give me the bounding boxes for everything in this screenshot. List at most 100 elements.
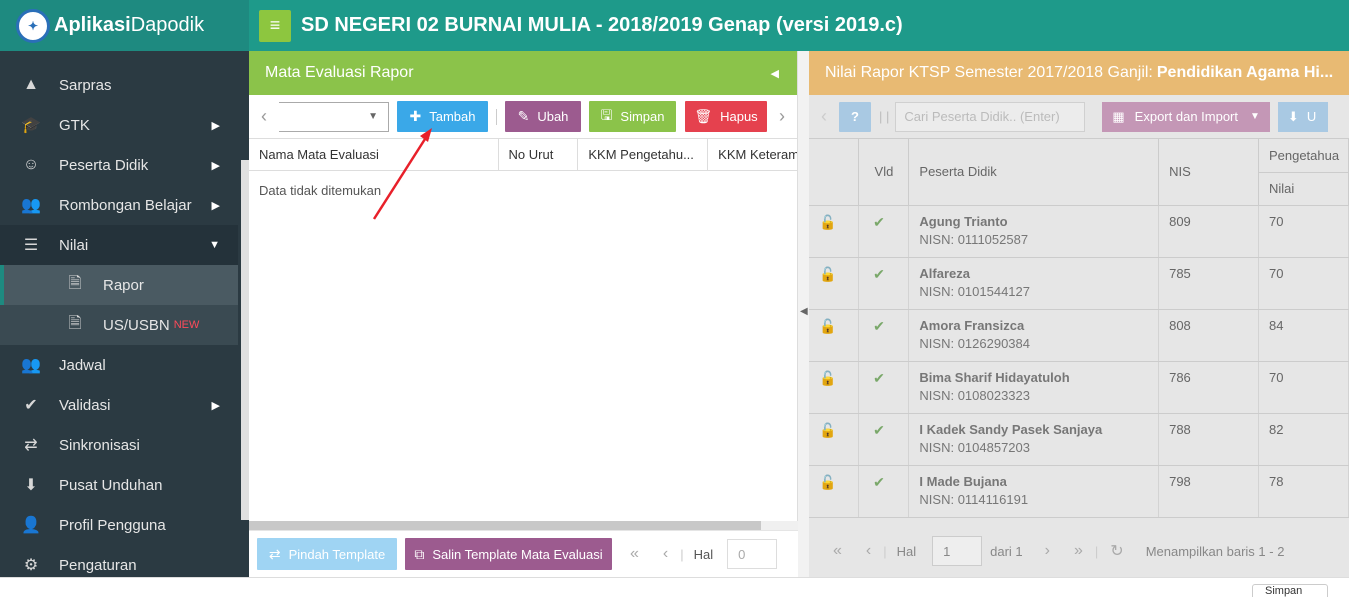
unlock-icon: 🔓 [819, 317, 837, 334]
divider: | | [879, 109, 890, 124]
check-icon: ✔ [873, 317, 885, 334]
chevron-down-icon: ▼ [368, 111, 378, 122]
student-name: I Kadek Sandy Pasek Sanjaya [919, 421, 1103, 437]
sidebar-item-peserta-didik[interactable]: ☺ Peserta Didik ▶ [0, 145, 238, 185]
download-icon: ⬇ [1287, 108, 1299, 124]
pindah-template-button[interactable]: ⇄ Pindah Template [257, 538, 397, 570]
simpan-button[interactable]: 🖫 Simpan [589, 101, 676, 132]
statusbar-button[interactable]: Simpan [1252, 584, 1328, 597]
panel-title-subject: Pendidikan Agama Hi... [1156, 64, 1334, 81]
button-label: Tambah [429, 109, 476, 124]
table-row[interactable]: 🔓 ✔ I Kadek Sandy Pasek Sanjaya NISN: 010… [809, 413, 1349, 466]
column-header[interactable]: NIS [1158, 139, 1259, 206]
empty-message: Data tidak ditemukan [259, 183, 382, 198]
sidebar-item-jadwal[interactable]: 👥 Jadwal [0, 345, 238, 385]
salin-template-button[interactable]: ⧉ Salin Template Mata Evaluasi [405, 538, 612, 570]
nilai-cell[interactable]: 70 [1258, 257, 1349, 310]
prev-page-icon[interactable]: ‹ [866, 542, 871, 560]
sidebar-item-gtk[interactable]: 🎓 GTK ▶ [0, 105, 238, 145]
horizontal-scrollbar[interactable] [249, 521, 798, 530]
sidebar-item-nilai[interactable]: ☰ Nilai ▼ [0, 225, 238, 265]
search-input[interactable]: Cari Peserta Didik.. (Enter) [895, 101, 1086, 132]
divider: | [1094, 543, 1099, 559]
sidebar-item-validasi[interactable]: ✔ Validasi ▶ [0, 385, 238, 425]
column-header[interactable]: KKM Pengetahu... [578, 139, 709, 170]
refresh-icon[interactable]: ↻ [1110, 541, 1123, 561]
lock-cell[interactable]: 🔓 [809, 309, 860, 362]
collapse-left-icon[interactable]: ◀ [771, 67, 779, 80]
nis-cell: 786 [1158, 361, 1259, 414]
last-page-icon[interactable]: » [1074, 542, 1083, 560]
button-label: Salin Template Mata Evaluasi [432, 546, 603, 562]
student-name: Amora Fransizca [919, 317, 1025, 333]
sidebar-item-sarpras[interactable]: ▲ Sarpras [0, 65, 238, 105]
prev-page-icon[interactable]: ‹ [663, 545, 668, 563]
brand[interactable]: ✦ Aplikasi Dapodik [0, 0, 249, 51]
sidebar-item-label: Sarpras [59, 76, 112, 94]
student-nisn: NISN: 0104857203 [919, 439, 1030, 455]
scroll-left-icon[interactable]: ‹ [809, 106, 839, 127]
lock-cell[interactable]: 🔓 [809, 465, 860, 518]
student-nisn: NISN: 0111052587 [919, 231, 1029, 247]
column-header[interactable]: Nilai [1258, 172, 1349, 206]
first-page-icon[interactable]: « [833, 542, 842, 560]
check-icon: ✔ [873, 421, 885, 438]
column-header[interactable]: KKM Keteram [708, 139, 797, 170]
nilai-table: Vld Peserta Didik NIS Pengetahua Nilai 🔓… [809, 139, 1349, 518]
sidebar-item-profil-pengguna[interactable]: 👤 Profil Pengguna [0, 505, 238, 545]
help-button[interactable]: ? [839, 101, 871, 132]
unlock-icon: 🔓 [819, 265, 837, 282]
column-header[interactable]: Nama Mata Evaluasi [249, 139, 499, 170]
button-label: Hapus [720, 109, 758, 124]
sidebar-item-pusat-unduhan[interactable]: ⬇ Pusat Unduhan [0, 465, 238, 505]
table-row[interactable]: 🔓 ✔ Amora Fransizca NISN: 0126290384 808 … [809, 309, 1349, 362]
upload-button[interactable]: ⬇ U [1277, 101, 1328, 132]
scroll-right-icon[interactable]: › [767, 106, 797, 127]
ubah-button[interactable]: ✎ Ubah [505, 101, 581, 132]
nis-cell: 809 [1158, 205, 1259, 258]
hapus-button[interactable]: 🗑 Hapus [685, 101, 767, 132]
button-label: Export dan Import [1134, 109, 1238, 124]
unlock-icon: 🔓 [819, 213, 837, 230]
panel-splitter[interactable]: ◀ [798, 51, 809, 577]
column-header[interactable]: No Urut [499, 139, 579, 170]
table-row[interactable]: 🔓 ✔ Agung Trianto NISN: 0111052587 809 70 [809, 205, 1349, 258]
sidebar-item-label: GTK [59, 116, 90, 134]
sidebar-item-rapor[interactable]: 🗎 Rapor [0, 265, 238, 305]
first-page-icon[interactable]: « [630, 545, 639, 563]
sidebar-item-us-usbn[interactable]: 🗎 US/USBN NEW [0, 305, 238, 345]
nilai-cell[interactable]: 70 [1258, 205, 1349, 258]
collapse-arrow-icon: ◀ [800, 306, 808, 317]
nilai-cell[interactable]: 78 [1258, 465, 1349, 518]
vld-cell: ✔ [858, 205, 910, 258]
page-input[interactable]: 1 [932, 536, 983, 566]
sidebar-item-label: Pusat Unduhan [59, 476, 163, 494]
scrollbar-thumb[interactable] [249, 521, 761, 530]
sidebar-item-sinkronisasi[interactable]: ⇄ Sinkronisasi [0, 425, 238, 465]
sidebar-item-rombongan-belajar[interactable]: 👥 Rombongan Belajar ▶ [0, 185, 238, 225]
menu-toggle-button[interactable]: ≡ [259, 9, 291, 42]
lock-cell[interactable]: 🔓 [809, 413, 860, 466]
column-header[interactable]: Peserta Didik [908, 139, 1160, 206]
column-header[interactable]: Vld [858, 139, 910, 206]
page-input[interactable]: 0 [727, 539, 778, 569]
table-row[interactable]: 🔓 ✔ Bima Sharif Hidayatuloh NISN: 0108023… [809, 361, 1349, 414]
nilai-cell[interactable]: 82 [1258, 413, 1349, 466]
scroll-left-icon[interactable]: ‹ [249, 106, 279, 127]
grid-header: Nama Mata Evaluasi No Urut KKM Pengetahu… [249, 139, 797, 171]
nilai-cell[interactable]: 70 [1258, 361, 1349, 414]
lock-cell[interactable]: 🔓 [809, 361, 860, 414]
nilai-cell[interactable]: 84 [1258, 309, 1349, 362]
tambah-button[interactable]: ✚ Tambah [397, 101, 488, 132]
sidebar-scrollbar[interactable] [241, 160, 249, 520]
table-row[interactable]: 🔓 ✔ I Made Bujana NISN: 0114116191 798 78 [809, 465, 1349, 518]
student-cell: Agung Trianto NISN: 0111052587 [908, 205, 1160, 258]
mata-pelajaran-combo[interactable]: ▼ [279, 101, 389, 132]
lock-cell[interactable]: 🔓 [809, 257, 860, 310]
table-row[interactable]: 🔓 ✔ Alfareza NISN: 0101544127 785 70 [809, 257, 1349, 310]
lock-cell[interactable]: 🔓 [809, 205, 860, 258]
column-header[interactable]: Pengetahua [1258, 139, 1349, 173]
export-import-button[interactable]: ▦ Export dan Import ▼ [1102, 101, 1270, 132]
next-page-icon[interactable]: › [1045, 542, 1050, 560]
sidebar-item-pengaturan[interactable]: ⚙ Pengaturan [0, 545, 238, 577]
